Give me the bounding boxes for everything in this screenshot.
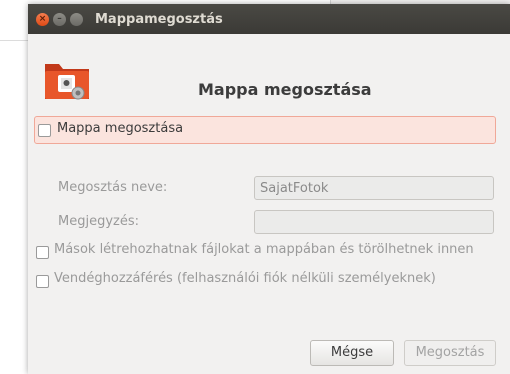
- share-button[interactable]: Megosztás: [404, 340, 496, 366]
- share-name-field[interactable]: SajatFotok: [254, 176, 494, 200]
- title-bar[interactable]: × – Mappamegosztás: [28, 4, 510, 34]
- comment-label: Megjegyzés:: [58, 214, 139, 229]
- shared-folder-icon: [45, 64, 89, 100]
- background-divider: [0, 40, 28, 41]
- share-folder-row[interactable]: Mappa megosztása: [34, 116, 496, 144]
- cancel-button[interactable]: Mégse: [310, 340, 394, 366]
- guest-access-checkbox[interactable]: [36, 275, 49, 288]
- allow-others-label[interactable]: Mások létrehozhatnak fájlokat a mappában…: [54, 242, 474, 257]
- window-title: Mappamegosztás: [95, 11, 223, 27]
- maximize-window-button[interactable]: [70, 12, 83, 26]
- background-strip: [0, 128, 28, 374]
- share-name-label: Megosztás neve:: [58, 180, 168, 195]
- comment-field[interactable]: [254, 210, 494, 234]
- close-window-button[interactable]: ×: [36, 12, 49, 26]
- share-folder-label: Mappa megosztása: [57, 121, 184, 136]
- dialog-heading: Mappa megosztása: [198, 80, 372, 99]
- minimize-window-button[interactable]: –: [53, 12, 66, 26]
- allow-others-checkbox[interactable]: [36, 246, 49, 259]
- guest-access-label[interactable]: Vendéghozzáférés (felhasználói fiók nélk…: [54, 271, 436, 286]
- share-folder-checkbox[interactable]: [38, 124, 51, 137]
- dialog-header: Mappa megosztása: [28, 34, 510, 124]
- share-dialog: × – Mappamegosztás Mappa megosztása Mapp…: [28, 4, 510, 374]
